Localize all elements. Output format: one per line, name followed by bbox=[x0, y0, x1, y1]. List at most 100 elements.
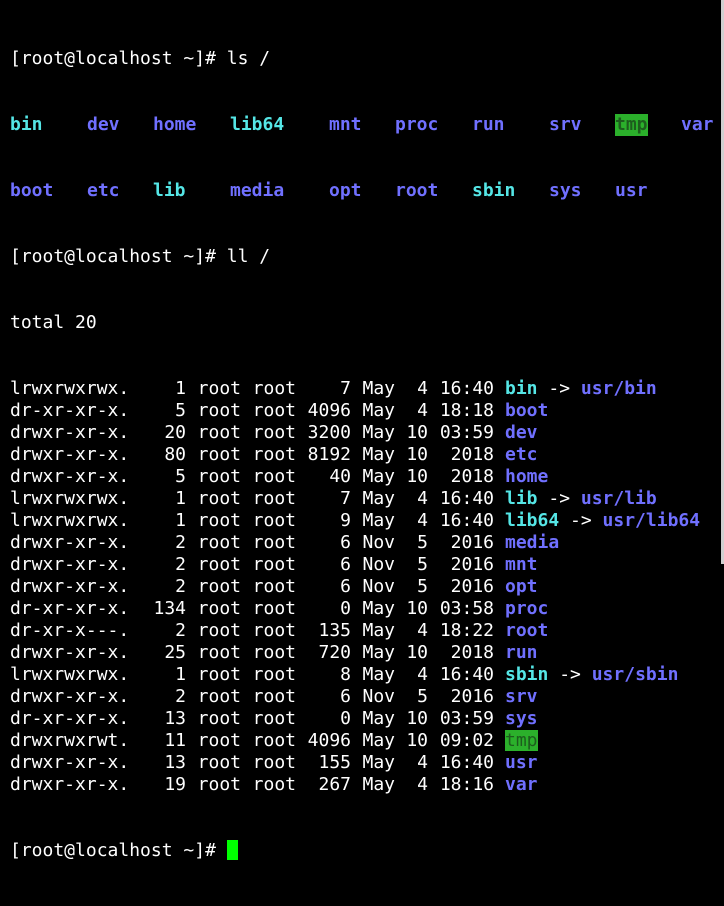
listing-owner: root bbox=[197, 400, 241, 421]
listing-links: 1 bbox=[175, 488, 186, 509]
listing-time: 18:22 bbox=[439, 620, 494, 641]
listing-owner: root bbox=[197, 444, 241, 465]
terminal-window[interactable]: [root@localhost ~]# ls / bin dev home lib64… bbox=[0, 0, 724, 861]
listing-name: bin bbox=[505, 378, 538, 399]
ls-output-row-1: bin dev home lib64 mnt proc run srv tmp var bbox=[10, 114, 724, 136]
listing-row: drwxr-xr-x. 25 root root 720 May 10 2018 run bbox=[10, 642, 724, 664]
prompt-line-2: [root@localhost ~]# ll / bbox=[10, 246, 724, 268]
listing-month: May bbox=[362, 708, 395, 729]
listing-links: 2 bbox=[175, 686, 186, 707]
listing-month: May bbox=[362, 730, 395, 751]
listing-name: sbin bbox=[505, 664, 549, 685]
listing-time: 16:40 bbox=[439, 510, 494, 531]
listing-links: 80 bbox=[164, 444, 186, 465]
listing-row: lrwxrwxrwx. 1 root root 7 May 4 16:40 lib -> usr… bbox=[10, 488, 724, 510]
listing-owner: root bbox=[197, 466, 241, 487]
listing-group: root bbox=[252, 752, 296, 773]
listing-day: 5 bbox=[417, 686, 428, 707]
listing-day: 5 bbox=[417, 576, 428, 597]
listing-name: var bbox=[505, 774, 538, 795]
ls-entry-media: media bbox=[230, 180, 285, 201]
listing-month: May bbox=[362, 664, 395, 685]
listing-day: 4 bbox=[417, 752, 428, 773]
ls-cell: sys bbox=[549, 180, 604, 202]
listing-month: May bbox=[362, 466, 395, 487]
listing-row: drwxrwxrwt. 11 root root 4096 May 10 09:02 tmp bbox=[10, 730, 724, 752]
listing-perm: dr-xr-xr-x. bbox=[10, 598, 130, 619]
listing-owner: root bbox=[197, 510, 241, 531]
listing-day: 4 bbox=[417, 400, 428, 421]
prompt-line-3[interactable]: [root@localhost ~]# bbox=[10, 840, 724, 862]
listing-row: dr-xr-xr-x. 13 root root 0 May 10 03:59 sys bbox=[10, 708, 724, 730]
listing-day: 10 bbox=[406, 642, 428, 663]
listing-row: drwxr-xr-x. 20 root root 3200 May 10 03:59 dev bbox=[10, 422, 724, 444]
listing-perm: drwxr-xr-x. bbox=[10, 576, 130, 597]
listing-name: mnt bbox=[505, 554, 538, 575]
listing-group: root bbox=[252, 620, 296, 641]
listing-name: lib64 bbox=[505, 510, 560, 531]
listing-group: root bbox=[252, 708, 296, 729]
ls-entry-bin: bin bbox=[10, 114, 43, 135]
ls-cell: usr bbox=[615, 180, 670, 202]
total-line: total 20 bbox=[10, 312, 97, 333]
symlink-target: usr/lib bbox=[580, 488, 657, 509]
listing-time: 18:16 bbox=[439, 774, 494, 795]
ls-cell: opt bbox=[329, 180, 384, 202]
listing-links: 13 bbox=[164, 752, 186, 773]
listing-group: root bbox=[252, 532, 296, 553]
listing-group: root bbox=[252, 774, 296, 795]
listing-group: root bbox=[252, 488, 296, 509]
listing-month: Nov bbox=[362, 686, 395, 707]
listing-group: root bbox=[252, 576, 296, 597]
listing-perm: drwxr-xr-x. bbox=[10, 642, 130, 663]
listing-owner: root bbox=[197, 642, 241, 663]
ls-entry-boot: boot bbox=[10, 180, 54, 201]
listing-time: 2018 bbox=[450, 466, 494, 487]
listing-owner: root bbox=[197, 532, 241, 553]
listing-size: 4096 bbox=[307, 400, 351, 421]
symlink-target: usr/bin bbox=[580, 378, 657, 399]
listing-day: 10 bbox=[406, 730, 428, 751]
listing-size: 8192 bbox=[307, 444, 351, 465]
ls-entry-lib: lib bbox=[153, 180, 186, 201]
listing-owner: root bbox=[197, 730, 241, 751]
listing-day: 4 bbox=[417, 774, 428, 795]
listing-month: May bbox=[362, 598, 395, 619]
listing-perm: drwxr-xr-x. bbox=[10, 422, 130, 443]
listing-name: sys bbox=[505, 708, 538, 729]
listing-group: root bbox=[252, 466, 296, 487]
ls-entry-sbin: sbin bbox=[472, 180, 516, 201]
listing-perm: drwxr-xr-x. bbox=[10, 774, 130, 795]
listing-day: 10 bbox=[406, 598, 428, 619]
listing-size: 7 bbox=[340, 488, 351, 509]
ls-cell: run bbox=[472, 114, 538, 136]
listing-links: 134 bbox=[153, 598, 186, 619]
symlink-arrow: -> bbox=[559, 510, 603, 531]
listing-month: Nov bbox=[362, 576, 395, 597]
ls-cell: lib bbox=[153, 180, 219, 202]
listing-owner: root bbox=[197, 686, 241, 707]
listing-month: May bbox=[362, 400, 395, 421]
listing-day: 5 bbox=[417, 532, 428, 553]
listing-owner: root bbox=[197, 576, 241, 597]
ls-entry-srv: srv bbox=[549, 114, 582, 135]
listing-links: 5 bbox=[175, 400, 186, 421]
ls-cell: tmp bbox=[615, 114, 670, 136]
listing-owner: root bbox=[197, 378, 241, 399]
listing-name: run bbox=[505, 642, 538, 663]
listing-time: 03:58 bbox=[439, 598, 494, 619]
listing-month: May bbox=[362, 620, 395, 641]
listing-perm: lrwxrwxrwx. bbox=[10, 664, 130, 685]
long-listing: lrwxrwxrwx. 1 root root 7 May 4 16:40 bin -> usr… bbox=[10, 378, 724, 796]
listing-group: root bbox=[252, 554, 296, 575]
listing-owner: root bbox=[197, 422, 241, 443]
ls-entry-dev: dev bbox=[87, 114, 120, 135]
listing-perm: drwxr-xr-x. bbox=[10, 532, 130, 553]
listing-owner: root bbox=[197, 752, 241, 773]
listing-perm: drwxr-xr-x. bbox=[10, 686, 130, 707]
listing-size: 9 bbox=[340, 510, 351, 531]
listing-time: 2018 bbox=[450, 642, 494, 663]
listing-time: 18:18 bbox=[439, 400, 494, 421]
listing-owner: root bbox=[197, 598, 241, 619]
listing-links: 19 bbox=[164, 774, 186, 795]
